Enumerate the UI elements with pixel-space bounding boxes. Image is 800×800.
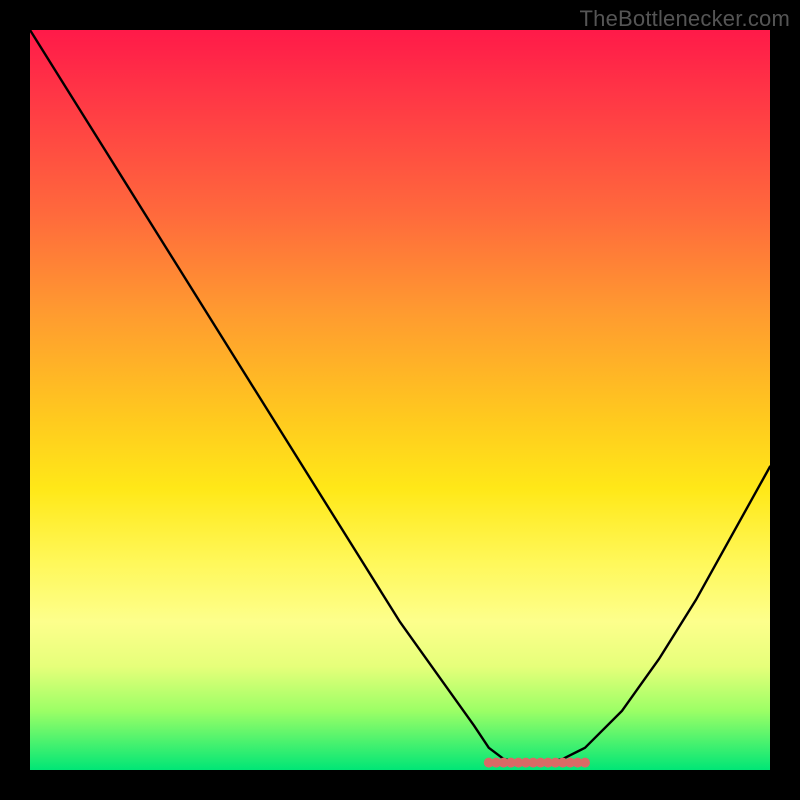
bottleneck-curve-svg	[30, 30, 770, 770]
watermark-label: TheBottleneсker.com	[580, 6, 790, 32]
flat-marker	[580, 758, 590, 768]
chart-frame: TheBottleneсker.com	[0, 0, 800, 800]
bottleneck-curve-path	[30, 30, 770, 763]
flat-region-markers	[484, 758, 590, 768]
plot-area	[30, 30, 770, 770]
